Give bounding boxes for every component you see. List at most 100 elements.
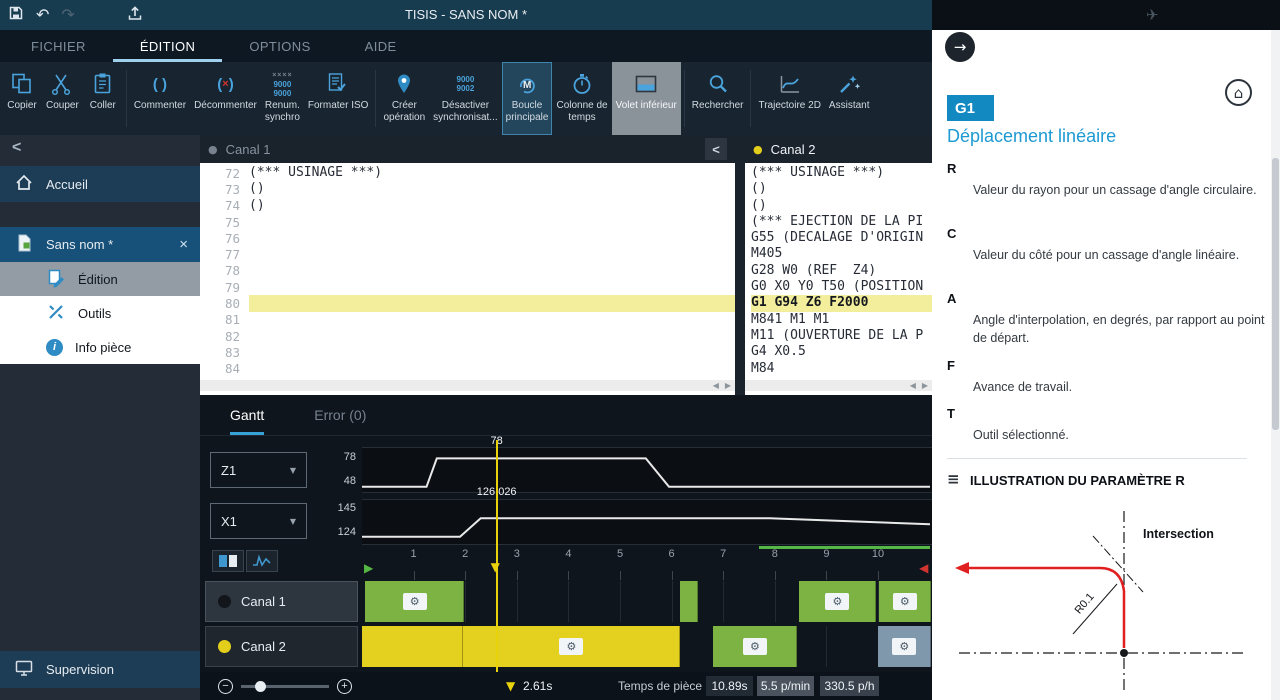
- scrollbar-thumb[interactable]: [1272, 158, 1279, 430]
- code-line[interactable]: 73(): [200, 181, 735, 197]
- menu-aide[interactable]: AIDE: [338, 30, 424, 62]
- code-line[interactable]: G55 (DECALAGE D'ORIGIN: [751, 230, 932, 246]
- canal1-editor[interactable]: 72(*** USINAGE ***)73()74()7576777879808…: [200, 163, 735, 395]
- desactiver-synchronisation-button[interactable]: 90009002 Désactiver synchronisat...: [429, 62, 501, 135]
- copier-button[interactable]: Copier: [2, 62, 42, 135]
- help-home-button[interactable]: ⌂: [1225, 79, 1252, 106]
- code-line[interactable]: M84: [751, 361, 932, 377]
- motion-chart-x1[interactable]: [362, 499, 932, 545]
- undo-icon[interactable]: ↶: [36, 7, 49, 23]
- formater-iso-button[interactable]: Formater ISO: [304, 62, 373, 135]
- waveform-view-button[interactable]: [246, 550, 278, 572]
- couper-button[interactable]: Couper: [42, 62, 83, 135]
- zoom-in-icon[interactable]: +: [337, 679, 352, 694]
- gantt-bar[interactable]: [680, 581, 698, 622]
- menu-options[interactable]: OPTIONS: [222, 30, 337, 62]
- gantt-bar[interactable]: ⚙: [879, 581, 931, 622]
- rechercher-button[interactable]: Rechercher: [688, 62, 748, 135]
- creer-operation-button[interactable]: Créer opération: [379, 62, 429, 135]
- export-icon[interactable]: [127, 5, 143, 25]
- code-line[interactable]: 72(*** USINAGE ***): [200, 165, 735, 181]
- code-line[interactable]: 80: [200, 295, 735, 311]
- code-line[interactable]: M11 (OUVERTURE DE LA P: [751, 328, 932, 344]
- redo-icon[interactable]: ↷: [61, 7, 74, 23]
- renum-synchro-button[interactable]: ××××90009000 Renum. synchro: [261, 62, 304, 135]
- code-line[interactable]: G28 W0 (REF Z4): [751, 263, 932, 279]
- code-line[interactable]: 83: [200, 344, 735, 360]
- trajectoire-2d-button[interactable]: Trajectoire 2D: [754, 62, 824, 135]
- gantt-bar[interactable]: ⚙: [365, 581, 464, 622]
- code-line[interactable]: 77: [200, 246, 735, 262]
- code-line[interactable]: G4 X0.5: [751, 344, 932, 360]
- code-line[interactable]: 74(): [200, 198, 735, 214]
- gantt-bar[interactable]: [362, 626, 463, 667]
- canal2-editor[interactable]: (*** USINAGE ***)()()(*** EJECTION DE LA…: [745, 163, 932, 395]
- help-scrollbar[interactable]: [1271, 30, 1280, 700]
- menu-fichier[interactable]: FICHIER: [4, 30, 113, 62]
- scroll-right-icon[interactable]: ▶: [922, 381, 928, 390]
- code-text: [249, 230, 735, 246]
- sidebar-item-sans-nom[interactable]: Sans nom * ×: [0, 227, 200, 262]
- gantt-bar[interactable]: ⚙: [799, 581, 876, 622]
- timeline-end-marker[interactable]: ◀: [919, 561, 928, 575]
- code-line[interactable]: 76: [200, 230, 735, 246]
- play-marker[interactable]: ▶: [364, 561, 373, 575]
- volet-inferieur-button[interactable]: Volet inférieur: [612, 62, 681, 135]
- gantt-row-canal2-label[interactable]: Canal 2: [205, 626, 358, 667]
- code-line[interactable]: (): [751, 198, 932, 214]
- code-line[interactable]: 84: [200, 361, 735, 377]
- colonne-de-temps-button[interactable]: Colonne de temps: [552, 62, 611, 135]
- sidebar-item-supervision[interactable]: Supervision: [0, 651, 200, 688]
- help-title: Déplacement linéaire: [947, 126, 1116, 147]
- gantt-cursor-line[interactable]: [496, 440, 498, 672]
- gantt-bar[interactable]: ⚙: [713, 626, 797, 667]
- scroll-left-icon[interactable]: ◀: [713, 381, 719, 390]
- zoom-out-icon[interactable]: −: [218, 679, 233, 694]
- expand-panel-button[interactable]: →: [945, 32, 975, 62]
- code-line[interactable]: (*** USINAGE ***): [751, 165, 932, 181]
- assistant-button[interactable]: Assistant: [825, 62, 874, 135]
- motion-chart-z1[interactable]: [362, 447, 932, 493]
- scroll-left-icon[interactable]: ◀: [910, 381, 916, 390]
- zoom-slider-handle[interactable]: [255, 681, 266, 692]
- timeline-ruler[interactable]: 12345678910: [362, 546, 932, 580]
- collapse-panel-button[interactable]: <: [705, 138, 727, 160]
- tab-gantt[interactable]: Gantt: [230, 395, 264, 435]
- code-line[interactable]: 81: [200, 312, 735, 328]
- axis-selector-x1[interactable]: X1 ▼: [210, 503, 307, 539]
- code-line[interactable]: 82: [200, 328, 735, 344]
- canal2-hscrollbar[interactable]: ◀▶: [745, 380, 932, 391]
- sidebar-item-outils[interactable]: Outils: [0, 296, 200, 330]
- axis-selector-z1[interactable]: Z1 ▼: [210, 452, 307, 488]
- sidebar-item-edition[interactable]: Édition: [0, 262, 200, 296]
- coller-button[interactable]: Coller: [83, 62, 123, 135]
- code-line[interactable]: 78: [200, 263, 735, 279]
- code-line[interactable]: (*** EJECTION DE LA PI: [751, 214, 932, 230]
- commenter-button[interactable]: ( ) Commenter: [130, 62, 190, 135]
- close-icon[interactable]: ×: [179, 237, 188, 252]
- sidebar-item-accueil[interactable]: Accueil: [0, 166, 200, 202]
- scroll-right-icon[interactable]: ▶: [725, 381, 731, 390]
- gantt-bar[interactable]: ⚙: [878, 626, 931, 667]
- code-line[interactable]: M405: [751, 246, 932, 262]
- code-line[interactable]: M841 M1 M1: [751, 312, 932, 328]
- code-line[interactable]: (): [751, 181, 932, 197]
- save-icon[interactable]: [8, 5, 24, 25]
- sidebar-item-info-piece[interactable]: i Info pièce: [0, 330, 200, 364]
- split-view-button[interactable]: [212, 550, 244, 572]
- gantt-row-canal1-label[interactable]: Canal 1: [205, 581, 358, 622]
- code-line[interactable]: 79: [200, 279, 735, 295]
- zoom-slider[interactable]: [241, 685, 329, 688]
- code-line[interactable]: 75: [200, 214, 735, 230]
- tick-mark: [826, 571, 827, 580]
- boucle-principale-button[interactable]: M Boucle principale: [502, 62, 553, 135]
- menu-edition[interactable]: ÉDITION: [113, 30, 223, 62]
- pin-panel-icon[interactable]: ✈: [1146, 6, 1159, 24]
- code-line[interactable]: G0 X0 Y0 T50 (POSITION: [751, 279, 932, 295]
- decommenter-button[interactable]: (×) Décommenter: [190, 62, 261, 135]
- tab-error[interactable]: Error (0): [314, 395, 366, 435]
- canal1-hscrollbar[interactable]: ◀▶: [200, 380, 735, 391]
- code-text: (): [249, 181, 735, 197]
- code-line[interactable]: G1 G94 Z6 F2000: [751, 295, 932, 311]
- sidebar-collapse-chevron[interactable]: <: [12, 139, 21, 157]
